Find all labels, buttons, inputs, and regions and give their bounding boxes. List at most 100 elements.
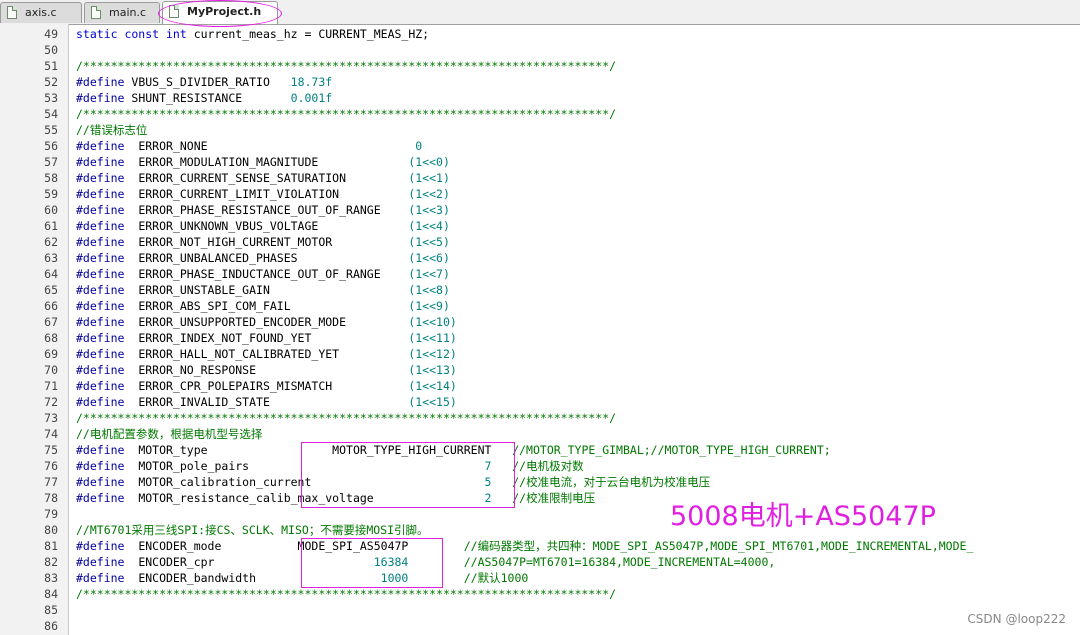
tab-label: MyProject.h [187,5,262,18]
code-line[interactable]: 51 /*************************************… [0,58,1080,74]
code-text: #define ENCODER_mode MODE_SPI_AS5047P //… [76,539,974,553]
code-text: #define ENCODER_bandwidth 1000 //默认1000 [76,571,529,585]
code-text: #define MOTOR_calibration_current 5 //校准… [76,475,711,489]
code-line[interactable]: 77 #define MOTOR_calibration_current 5 //… [0,474,1080,490]
code-line[interactable]: 69 #define ERROR_HALL_NOT_CALIBRATED_YET … [0,346,1080,362]
line-number: 73 [44,411,58,425]
code-text: #define MOTOR_pole_pairs 7 //电机极对数 [76,459,584,473]
line-number: 77 [44,475,58,489]
code-text: #define ERROR_NOT_HIGH_CURRENT_MOTOR (1<… [76,235,450,249]
line-number: 67 [44,315,58,329]
line-number: 50 [44,43,58,57]
code-line[interactable]: 82 #define ENCODER_cpr 16384 //AS5047P=MT… [0,554,1080,570]
code-line[interactable]: 72 #define ERROR_INVALID_STATE (1<<15) [0,394,1080,410]
line-number: 69 [44,347,58,361]
line-number: 86 [44,619,58,633]
tab-main-c[interactable]: main.c [84,2,160,23]
code-text: #define ERROR_INVALID_STATE (1<<15) [76,395,457,409]
code-line[interactable]: 54 /*************************************… [0,106,1080,122]
tab-axis-c[interactable]: axis.c [0,2,82,23]
code-text: #define ERROR_HALL_NOT_CALIBRATED_YET (1… [76,347,457,361]
watermark: CSDN @loop222 [967,612,1066,626]
line-number: 71 [44,379,58,393]
code-text: #define ERROR_CPR_POLEPAIRS_MISMATCH (1<… [76,379,457,393]
code-line[interactable]: 63 #define ERROR_UNBALANCED_PHASES (1<<6) [0,250,1080,266]
code-text: #define MOTOR_resistance_calib_max_volta… [76,491,596,505]
line-number: 61 [44,219,58,233]
tab-label: main.c [109,6,147,19]
code-line[interactable]: 67 #define ERROR_UNSUPPORTED_ENCODER_MODE… [0,314,1080,330]
code-line[interactable]: 83 #define ENCODER_bandwidth 1000 //默认100… [0,570,1080,586]
code-line[interactable]: 58 #define ERROR_CURRENT_SENSE_SATURATION… [0,170,1080,186]
code-text: #define ERROR_NONE 0 [76,139,423,153]
code-text: #define ERROR_CURRENT_LIMIT_VIOLATION (1… [76,187,450,201]
line-number: 57 [44,155,58,169]
line-number: 65 [44,283,58,297]
line-number: 81 [44,539,58,553]
line-number: 60 [44,203,58,217]
code-line[interactable]: 53 #define SHUNT_RESISTANCE 0.001f [0,90,1080,106]
code-line[interactable]: 81 #define ENCODER_mode MODE_SPI_AS5047P … [0,538,1080,554]
code-line[interactable]: 60 #define ERROR_PHASE_RESISTANCE_OUT_OF_… [0,202,1080,218]
line-number: 75 [44,443,58,457]
line-number: 63 [44,251,58,265]
code-text: #define ERROR_CURRENT_SENSE_SATURATION (… [76,171,450,185]
line-number: 55 [44,123,58,137]
code-text: /***************************************… [76,587,617,601]
line-number: 78 [44,491,58,505]
line-number: 80 [44,523,58,537]
code-line[interactable]: 59 #define ERROR_CURRENT_LIMIT_VIOLATION … [0,186,1080,202]
line-number: 54 [44,107,58,121]
code-line[interactable]: 74 //电机配置参数，根据电机型号选择 [0,426,1080,442]
code-line[interactable]: 75 #define MOTOR_type MOTOR_TYPE_HIGH_CUR… [0,442,1080,458]
code-text: #define ERROR_INDEX_NOT_FOUND_YET (1<<11… [76,331,457,345]
code-text: #define SHUNT_RESISTANCE 0.001f [76,91,333,105]
line-number: 53 [44,91,58,105]
code-line[interactable]: 52 #define VBUS_S_DIVIDER_RATIO 18.73f [0,74,1080,90]
code-line[interactable]: 65 #define ERROR_UNSTABLE_GAIN (1<<8) [0,282,1080,298]
c-file-icon [7,6,17,19]
code-line[interactable]: 70 #define ERROR_NO_RESPONSE (1<<13) [0,362,1080,378]
code-line[interactable]: 84 /*************************************… [0,586,1080,602]
code-text: /***************************************… [76,59,617,73]
code-text: //电机配置参数，根据电机型号选择 [76,427,263,441]
line-number: 70 [44,363,58,377]
code-text: #define ERROR_UNKNOWN_VBUS_VOLTAGE (1<<4… [76,219,450,233]
code-line[interactable]: 64 #define ERROR_PHASE_INDUCTANCE_OUT_OF_… [0,266,1080,282]
tab-label: axis.c [25,6,57,19]
code-line[interactable]: 85 [0,602,1080,618]
code-text: #define ERROR_UNBALANCED_PHASES (1<<6) [76,251,450,265]
code-line[interactable]: 73 /*************************************… [0,410,1080,426]
code-text: /***************************************… [76,107,617,121]
code-line[interactable]: 57 #define ERROR_MODULATION_MAGNITUDE (1<… [0,154,1080,170]
line-number: 64 [44,267,58,281]
code-text: #define ERROR_ABS_SPI_COM_FAIL (1<<9) [76,299,450,313]
line-number: 74 [44,427,58,441]
tab-myproject-h[interactable]: MyProject.h [162,1,278,24]
code-text: #define ERROR_MODULATION_MAGNITUDE (1<<0… [76,155,450,169]
code-text: #define ERROR_NO_RESPONSE (1<<13) [76,363,457,377]
code-line[interactable]: 68 #define ERROR_INDEX_NOT_FOUND_YET (1<<… [0,330,1080,346]
line-number: 66 [44,299,58,313]
code-text: #define ERROR_UNSUPPORTED_ENCODER_MODE (… [76,315,457,329]
code-text: #define MOTOR_type MOTOR_TYPE_HIGH_CURRE… [76,443,831,457]
code-line[interactable]: 71 #define ERROR_CPR_POLEPAIRS_MISMATCH (… [0,378,1080,394]
code-line[interactable]: 61 #define ERROR_UNKNOWN_VBUS_VOLTAGE (1<… [0,218,1080,234]
code-text: //错误标志位 [76,123,148,137]
code-line[interactable]: 55 //错误标志位 [0,122,1080,138]
code-line[interactable]: 50 [0,42,1080,58]
code-line[interactable]: 62 #define ERROR_NOT_HIGH_CURRENT_MOTOR (… [0,234,1080,250]
line-number: 56 [44,139,58,153]
code-line[interactable]: 76 #define MOTOR_pole_pairs 7 //电机极对数 [0,458,1080,474]
line-number: 72 [44,395,58,409]
c-file-icon [91,6,101,19]
line-number: 52 [44,75,58,89]
code-text: #define ERROR_UNSTABLE_GAIN (1<<8) [76,283,450,297]
line-number: 51 [44,59,58,73]
code-line[interactable]: 86 [0,618,1080,634]
line-number: 62 [44,235,58,249]
code-line[interactable]: 56 #define ERROR_NONE 0 [0,138,1080,154]
code-line[interactable]: 49 static const int current_meas_hz = CUR… [0,26,1080,42]
code-text: #define VBUS_S_DIVIDER_RATIO 18.73f [76,75,333,89]
code-line[interactable]: 66 #define ERROR_ABS_SPI_COM_FAIL (1<<9) [0,298,1080,314]
